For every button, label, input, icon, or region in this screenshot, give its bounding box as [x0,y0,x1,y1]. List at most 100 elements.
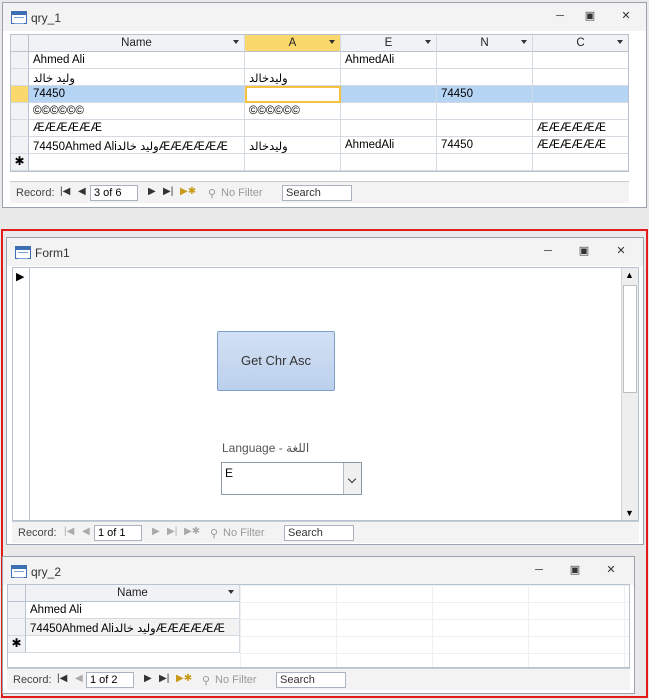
chevron-down-icon[interactable] [228,590,234,594]
record-selector-current[interactable] [11,86,29,103]
table-cell[interactable]: وليد خالد [29,69,245,86]
search-input[interactable]: Search [282,185,352,201]
previous-record-icon[interactable]: ◀ [78,186,86,197]
table-cell[interactable]: ©©©©©© [245,103,341,120]
table-cell-active[interactable] [245,86,341,103]
first-record-icon[interactable]: |◀ [57,673,67,684]
table-cell[interactable] [245,120,341,137]
table-cell[interactable]: AhmedAli [341,137,437,154]
scroll-up-icon[interactable]: ▲ [625,270,634,280]
table-cell[interactable]: Ahmed Ali [29,52,245,69]
record-position-input[interactable]: 1 of 1 [94,525,142,541]
next-record-icon[interactable]: ▶ [152,526,160,537]
table-cell[interactable] [341,103,437,120]
last-record-icon[interactable]: ▶| [163,186,173,197]
search-input[interactable]: Search [276,672,346,688]
column-header-c[interactable]: C [533,35,628,52]
table-cell-new[interactable] [245,154,341,171]
chevron-down-icon[interactable] [233,40,239,44]
column-header-a[interactable]: A [245,35,341,52]
get-chr-asc-button[interactable]: Get Chr Asc [217,331,335,391]
table-cell[interactable]: 74450 [29,86,245,103]
filter-icon[interactable]: ⚲ [210,527,218,540]
next-record-icon[interactable]: ▶ [144,673,152,684]
chevron-down-icon[interactable] [329,40,335,44]
new-record-icon[interactable]: ✱ [8,636,26,653]
table-cell[interactable]: Ahmed Ali [26,602,240,619]
table-cell[interactable] [437,69,533,86]
select-all-corner[interactable] [11,35,29,52]
first-record-icon[interactable]: |◀ [64,526,74,537]
new-record-nav-icon[interactable]: ▶✱ [176,673,192,684]
close-icon[interactable]: ✕ [602,563,620,577]
no-filter-button[interactable]: No Filter [221,187,263,199]
restore-icon[interactable]: ▣ [581,9,599,23]
table-cell-new[interactable] [26,636,240,653]
table-cell-new[interactable] [29,154,245,171]
table-cell[interactable] [533,103,628,120]
column-header-n[interactable]: N [437,35,533,52]
new-record-icon[interactable]: ✱ [11,154,29,171]
filter-icon[interactable]: ⚲ [208,187,216,200]
next-record-icon[interactable]: ▶ [148,186,156,197]
table-cell[interactable] [533,52,628,69]
table-cell[interactable] [437,120,533,137]
record-selector[interactable] [11,103,29,120]
no-filter-button[interactable]: No Filter [215,674,257,686]
last-record-icon[interactable]: ▶| [167,526,177,537]
column-header-e[interactable]: E [341,35,437,52]
search-input[interactable]: Search [284,525,354,541]
table-cell[interactable]: ÆÆÆÆÆÆ [29,120,245,137]
table-cell[interactable] [245,52,341,69]
record-selector[interactable] [11,120,29,137]
select-all-corner[interactable] [8,585,26,602]
table-cell[interactable]: 74450Ahmed Aliوليد خالدÆÆÆÆÆÆ [26,619,240,636]
record-position-input[interactable]: 1 of 2 [86,672,134,688]
minimize-icon[interactable]: ─ [530,563,548,577]
chevron-down-icon[interactable] [425,40,431,44]
table-cell[interactable]: ©©©©©© [29,103,245,120]
vertical-scrollbar[interactable]: ▲ ▼ [621,268,638,520]
record-selector[interactable] [11,69,29,86]
table-cell[interactable] [437,52,533,69]
form-record-selector[interactable]: ▶ [13,268,30,520]
chevron-down-icon[interactable] [521,40,527,44]
table-cell[interactable]: 74450 [437,86,533,103]
language-combobox[interactable]: E [221,462,362,495]
table-cell[interactable]: 74450 [437,137,533,154]
record-selector[interactable] [8,619,26,636]
minimize-icon[interactable]: ─ [551,9,569,23]
restore-icon[interactable]: ▣ [575,244,593,258]
chevron-down-icon[interactable] [343,463,361,494]
form1-titlebar[interactable]: Form1 ─ ▣ ✕ [7,238,643,266]
record-selector[interactable] [11,137,29,154]
table-cell-new[interactable] [437,154,533,171]
new-record-nav-icon[interactable]: ▶✱ [180,186,196,197]
column-header-name[interactable]: Name [26,585,240,602]
record-selector[interactable] [8,602,26,619]
filter-icon[interactable]: ⚲ [202,674,210,687]
table-cell-new[interactable] [533,154,628,171]
table-cell[interactable]: AhmedAli [341,52,437,69]
minimize-icon[interactable]: ─ [539,244,557,258]
table-cell[interactable]: وليدخالد [245,69,341,86]
new-record-nav-icon[interactable]: ▶✱ [184,526,200,537]
qry2-titlebar[interactable]: qry_2 ─ ▣ ✕ [3,557,634,585]
table-cell[interactable] [341,86,437,103]
previous-record-icon[interactable]: ◀ [75,673,83,684]
scroll-thumb[interactable] [623,285,637,393]
table-cell-new[interactable] [341,154,437,171]
no-filter-button[interactable]: No Filter [223,527,265,539]
table-cell[interactable]: ÆÆÆÆÆÆ [533,120,628,137]
table-cell[interactable] [341,69,437,86]
table-cell[interactable] [533,86,628,103]
table-cell[interactable] [533,69,628,86]
scroll-down-icon[interactable]: ▼ [625,508,634,518]
table-cell[interactable]: ÆÆÆÆÆÆ [533,137,628,154]
table-cell[interactable] [341,120,437,137]
table-cell[interactable]: وليدخالد [245,137,341,154]
restore-icon[interactable]: ▣ [566,563,584,577]
first-record-icon[interactable]: |◀ [60,186,70,197]
close-icon[interactable]: ✕ [612,244,630,258]
column-header-name[interactable]: Name [29,35,245,52]
